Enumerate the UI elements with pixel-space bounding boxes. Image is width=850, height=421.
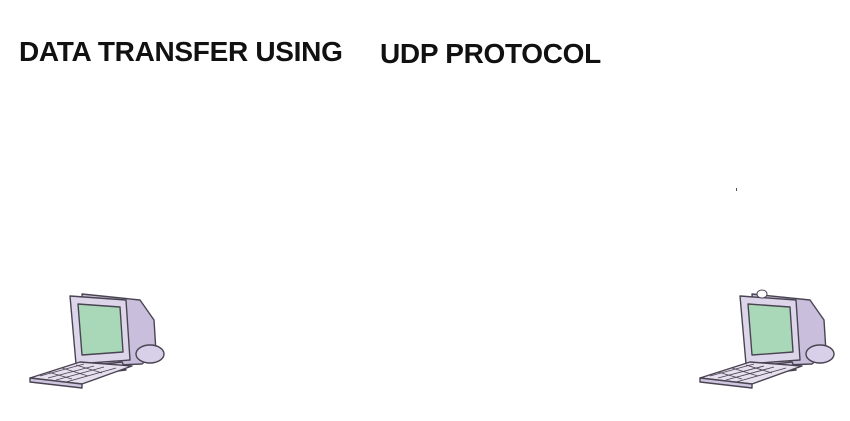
computer-icon xyxy=(29,293,165,389)
computer-icon-drawing xyxy=(29,293,165,389)
computer-icon xyxy=(699,289,835,389)
computer-icon-drawing xyxy=(699,289,835,389)
diagram-title-part-2: UDP PROTOCOL xyxy=(380,38,601,69)
stray-mark xyxy=(736,188,737,191)
diagram-title-part-1: DATA TRANSFER USING xyxy=(19,36,343,67)
